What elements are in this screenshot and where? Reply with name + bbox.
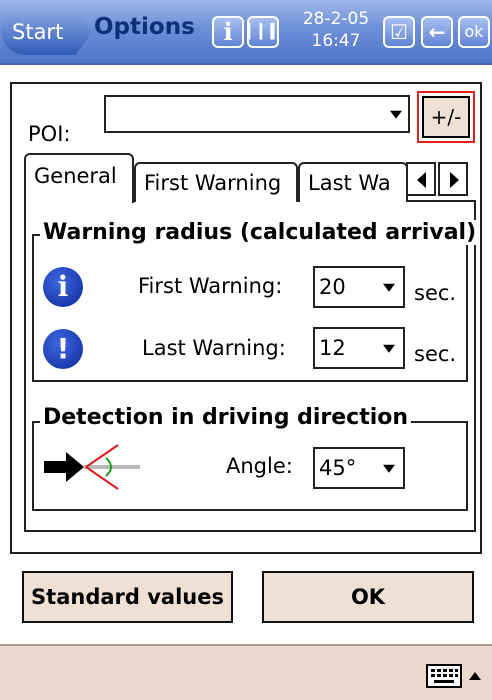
date-time[interactable]: 28-2-05 16:47 <box>295 8 377 52</box>
title-bar: Start Options i ▏▎▍ 28-2-05 16:47 ☑ ← ok <box>0 0 492 65</box>
signal-strength-icon[interactable]: ▏▎▍ <box>247 16 281 48</box>
poi-toggle-label: +/- <box>422 96 470 138</box>
last-warning-dropdown[interactable]: 12 <box>313 327 405 369</box>
info-icon: i <box>43 267 83 307</box>
keyboard-icon[interactable] <box>426 664 462 688</box>
last-warning-value: 12 <box>319 336 346 360</box>
last-warning-unit: sec. <box>414 342 457 366</box>
tab-first-warning[interactable]: First Warning <box>134 162 298 202</box>
app-title: Options <box>94 14 195 40</box>
warning-radius-title: Warning radius (calculated arrival) <box>40 220 480 245</box>
arrow-right-icon <box>450 172 459 188</box>
arrow-left-icon <box>417 172 426 188</box>
angle-value: 45° <box>319 456 357 480</box>
ok-title-button[interactable]: ok <box>458 16 490 48</box>
start-button[interactable]: Start <box>2 9 92 55</box>
first-warning-dropdown[interactable]: 20 <box>313 266 405 308</box>
dropdown-arrow-icon <box>390 110 402 119</box>
dropdown-arrow-icon <box>383 344 395 353</box>
dropdown-arrow-icon <box>383 283 395 292</box>
date-text: 28-2-05 <box>302 9 370 29</box>
bottom-bar <box>0 644 492 700</box>
tab-scroll-left-button[interactable] <box>406 162 436 196</box>
info-icon[interactable]: i <box>212 16 244 48</box>
back-arrow-icon[interactable]: ← <box>421 16 453 48</box>
detection-title: Detection in driving direction <box>40 405 412 430</box>
last-warning-label: Last Warning: <box>142 336 286 360</box>
poi-label: POI: <box>28 122 71 146</box>
tab-last-warning[interactable]: Last Wa <box>298 162 408 202</box>
first-warning-value: 20 <box>319 275 346 299</box>
first-warning-label: First Warning: <box>138 274 283 298</box>
active-tab-cover <box>26 199 132 203</box>
angle-label: Angle: <box>226 454 293 478</box>
dropdown-arrow-icon <box>383 464 395 473</box>
tab-general[interactable]: General <box>24 153 134 203</box>
poi-toggle-button[interactable]: +/- <box>417 91 475 143</box>
ok-button[interactable]: OK <box>262 571 474 623</box>
driving-direction-icon <box>44 444 140 490</box>
exclamation-icon: ! <box>43 329 83 369</box>
first-warning-unit: sec. <box>414 281 457 305</box>
tab-scroll-right-button[interactable] <box>438 162 468 196</box>
standard-values-button[interactable]: Standard values <box>22 571 233 623</box>
input-menu-arrow-icon[interactable] <box>469 672 481 680</box>
time-text: 16:47 <box>311 31 361 51</box>
angle-dropdown[interactable]: 45° <box>313 447 405 489</box>
poi-dropdown[interactable] <box>104 95 410 133</box>
checklist-icon[interactable]: ☑ <box>383 16 415 48</box>
